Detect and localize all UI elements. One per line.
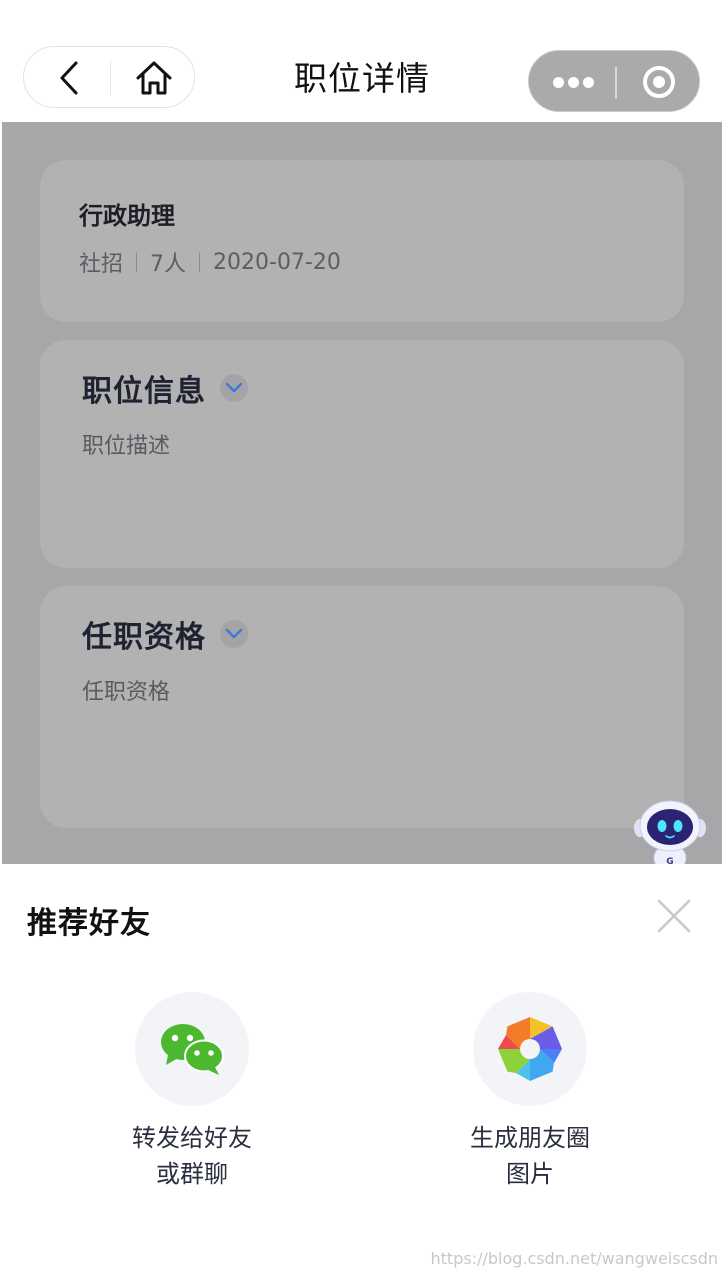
close-button[interactable]	[654, 896, 694, 936]
wechat-icon	[161, 1024, 224, 1075]
target-circle-icon	[643, 66, 675, 98]
option-label: 生成朋友圈 图片	[420, 1120, 640, 1192]
chevron-down-icon[interactable]	[220, 620, 248, 648]
job-title: 行政助理	[79, 202, 175, 230]
option-label-line2: 图片	[506, 1160, 554, 1188]
share-sheet: 推荐好友 转发给好友 或群聊 生成朋友圈 图片 https://blog.csd…	[2, 864, 722, 1276]
job-info-card: 职位信息 职位描述	[40, 340, 684, 568]
watermark-text: https://blog.csdn.net/wangweiscsdn	[430, 1249, 718, 1268]
mini-program-capsule	[528, 50, 700, 112]
more-dots-icon	[551, 73, 596, 92]
moments-aperture-icon	[498, 1017, 562, 1081]
robot-assistant-icon: G	[634, 800, 706, 873]
option-label-line1: 生成朋友圈	[470, 1124, 590, 1152]
chevron-down-icon[interactable]	[220, 374, 248, 402]
option-label: 转发给好友 或群聊	[82, 1120, 302, 1192]
robot-assistant-button[interactable]: G	[630, 798, 710, 874]
close-icon	[657, 899, 691, 933]
qualification-header[interactable]: 任职资格	[82, 612, 248, 656]
more-button[interactable]	[541, 59, 605, 105]
wechat-icon-circle	[135, 992, 249, 1106]
job-info-header[interactable]: 职位信息	[82, 366, 248, 410]
job-meta: 社招 7人 2020-07-20	[79, 246, 341, 278]
job-date: 2020-07-20	[213, 249, 341, 275]
section-title: 职位信息	[82, 374, 206, 409]
share-to-friend-option[interactable]: 转发给好友 或群聊	[82, 992, 302, 1192]
share-sheet-title: 推荐好友	[27, 906, 151, 941]
job-summary-card: 行政助理 社招 7人 2020-07-20	[40, 160, 684, 322]
generate-moments-image-option[interactable]: 生成朋友圈 图片	[420, 992, 640, 1192]
option-label-line1: 转发给好友	[132, 1124, 252, 1152]
phone-frame: 职位详情 行政助理 社招 7人 2020-07-20 职位信息 职位描述 任职资…	[2, 0, 722, 1276]
meta-divider	[199, 252, 201, 272]
section-body: 职位描述	[82, 434, 171, 459]
moments-icon-circle	[473, 992, 587, 1106]
job-detail-content: 行政助理 社招 7人 2020-07-20 职位信息 职位描述 任职资格 任职资…	[2, 122, 722, 873]
close-mini-program-button[interactable]	[635, 59, 683, 105]
capsule-divider	[615, 67, 617, 99]
job-headcount: 7人	[150, 252, 187, 277]
meta-divider	[136, 252, 138, 272]
qualification-card: 任职资格 任职资格	[40, 586, 684, 828]
option-label-line2: 或群聊	[156, 1160, 228, 1188]
section-title: 任职资格	[82, 620, 206, 655]
job-type: 社招	[79, 252, 124, 277]
section-body: 任职资格	[82, 680, 171, 705]
navigation-bar: 职位详情	[2, 0, 722, 122]
